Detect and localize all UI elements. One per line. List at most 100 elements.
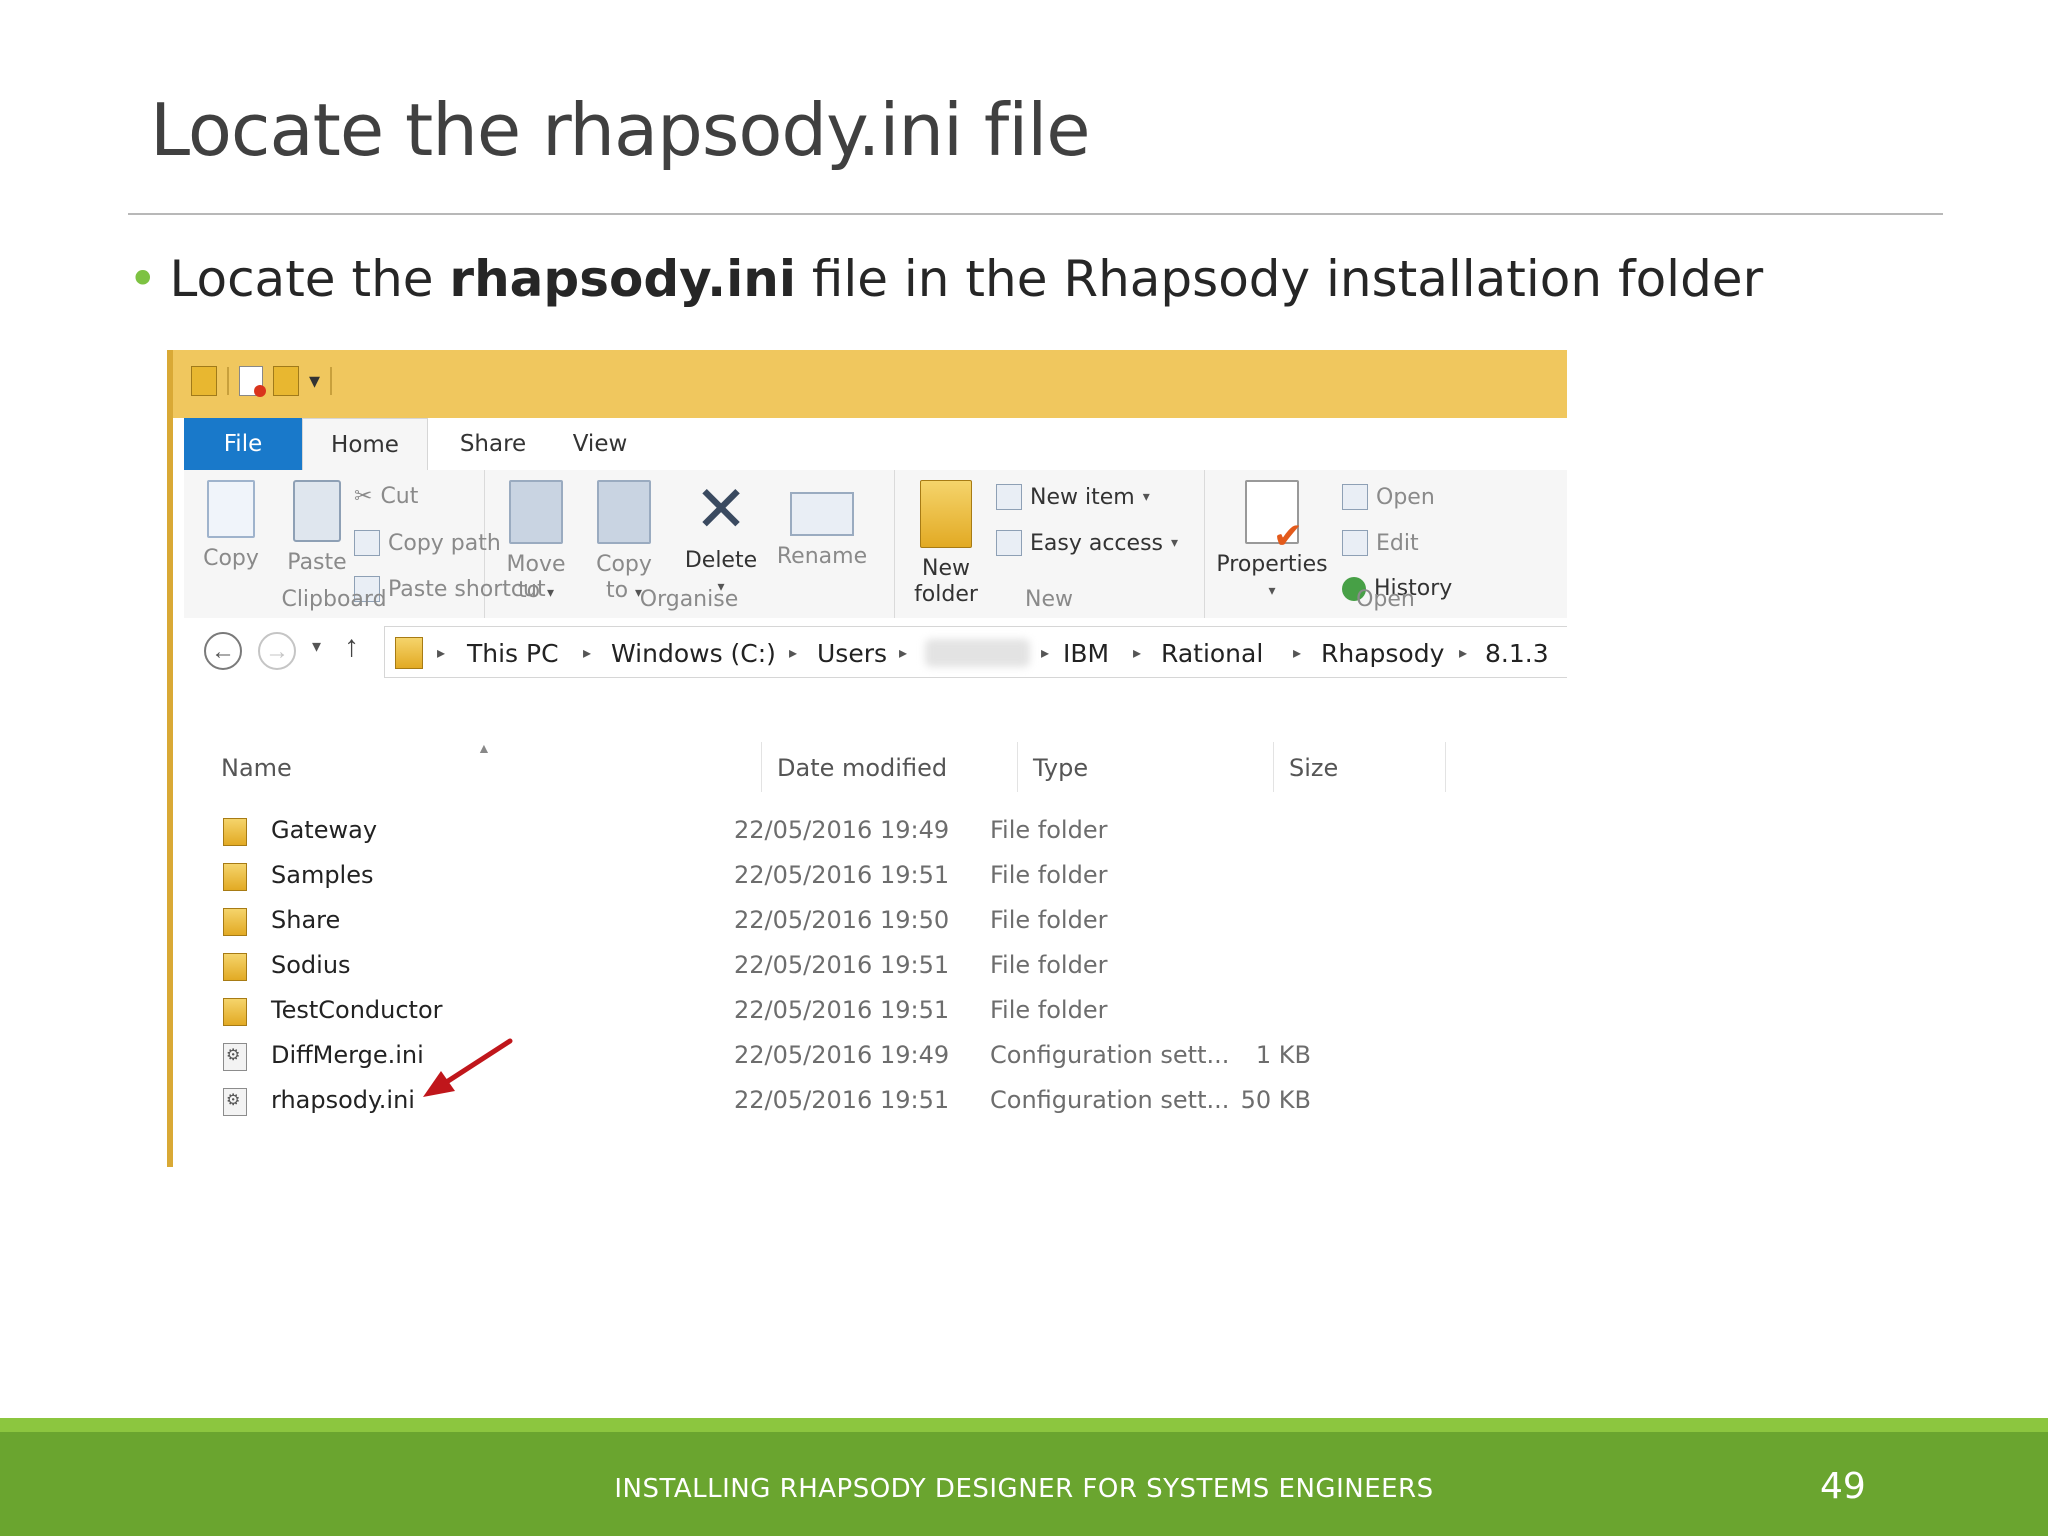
- tab-view[interactable]: View: [550, 418, 650, 470]
- up-arrow-icon[interactable]: ↑: [344, 630, 359, 664]
- column-header-size[interactable]: Size: [1289, 754, 1338, 782]
- tab-share[interactable]: Share: [438, 418, 548, 470]
- column-divider[interactable]: [1445, 742, 1446, 792]
- file-name: TestConductor: [271, 996, 443, 1024]
- breadcrumb-chevron-icon: ▸: [1293, 645, 1302, 662]
- chevron-down-icon: ▾: [1171, 535, 1179, 551]
- column-divider[interactable]: [1273, 742, 1274, 792]
- new-folder-label-1: New: [922, 556, 970, 581]
- breadcrumb-rhapsody[interactable]: Rhapsody: [1321, 639, 1444, 668]
- file-size: 1 KB: [1255, 1041, 1311, 1069]
- folder-icon: [223, 998, 247, 1026]
- new-item-icon: [996, 484, 1022, 510]
- column-divider[interactable]: [761, 742, 762, 792]
- file-row[interactable]: TestConductor 22/05/2016 19:51 File fold…: [223, 990, 1323, 1034]
- folder-icon: [395, 637, 423, 669]
- move-to-label-1: Move: [506, 552, 566, 577]
- file-row[interactable]: Gateway 22/05/2016 19:49 File folder: [223, 810, 1323, 854]
- breadcrumb-chevron-icon: ▸: [1041, 645, 1050, 662]
- column-header-type[interactable]: Type: [1033, 754, 1088, 782]
- breadcrumb-version[interactable]: 8.1.3: [1485, 639, 1549, 668]
- file-row[interactable]: DiffMerge.ini 22/05/2016 19:49 Configura…: [223, 1035, 1323, 1079]
- page-number: 49: [1820, 1466, 1866, 1507]
- column-header-date[interactable]: Date modified: [777, 754, 947, 782]
- file-type: File folder: [990, 996, 1108, 1024]
- open-button[interactable]: Open: [1342, 484, 1435, 510]
- sort-ascending-icon: ▲: [477, 740, 491, 756]
- quick-access-toolbar: ▾: [167, 350, 1567, 418]
- file-row[interactable]: rhapsody.ini 22/05/2016 19:51 Configurat…: [223, 1080, 1323, 1124]
- tab-file[interactable]: File: [184, 418, 302, 470]
- file-date: 22/05/2016 19:51: [734, 951, 950, 979]
- ini-file-icon: [223, 1043, 247, 1071]
- folder-icon: [223, 953, 247, 981]
- paste-button[interactable]: Paste: [282, 480, 352, 576]
- customize-dropdown-icon[interactable]: ▾: [309, 368, 320, 394]
- clipboard-icon: [293, 480, 341, 542]
- breadcrumb-windows-c[interactable]: Windows (C:): [611, 639, 776, 668]
- bullet-text-bold: rhapsody.ini: [449, 250, 796, 308]
- edit-label: Edit: [1376, 530, 1419, 556]
- bullet-text-post: file in the Rhapsody installation folder: [795, 250, 1764, 308]
- address-bar[interactable]: ▸ This PC ▸ Windows (C:) ▸ Users ▸ ▸ IBM…: [384, 626, 1567, 678]
- ribbon-tabs: File Home Share View: [184, 418, 1567, 471]
- file-date: 22/05/2016 19:49: [734, 816, 950, 844]
- breadcrumb-rational[interactable]: Rational: [1161, 639, 1263, 668]
- file-explorer-window: ▾ File Home Share View Copy Paste ✂ Cut C…: [167, 350, 1567, 1167]
- breadcrumb-chevron-icon: ▸: [583, 645, 592, 662]
- folder-icon: [223, 818, 247, 846]
- breadcrumb-chevron-icon: ▸: [1133, 645, 1142, 662]
- move-to-icon: [509, 480, 563, 544]
- file-name: rhapsody.ini: [271, 1086, 415, 1114]
- new-folder-icon[interactable]: [273, 366, 299, 396]
- ribbon: Copy Paste ✂ Cut Copy path Paste shortcut…: [184, 470, 1567, 619]
- file-row[interactable]: Sodius 22/05/2016 19:51 File folder: [223, 945, 1323, 989]
- chevron-down-icon: ▾: [1142, 489, 1150, 505]
- breadcrumb-chevron-icon: ▸: [899, 645, 908, 662]
- file-size: 50 KB: [1240, 1086, 1311, 1114]
- clipboard-group: Copy Paste ✂ Cut Copy path Paste shortcut…: [184, 470, 546, 618]
- properties-button[interactable]: Properties ▾: [1212, 480, 1332, 604]
- footer-accent-stripe: [0, 1418, 2048, 1432]
- delete-button[interactable]: ✕ Delete ▾: [676, 478, 766, 600]
- forward-arrow-icon[interactable]: →: [258, 632, 296, 670]
- copy-label: Copy: [203, 546, 259, 571]
- copy-to-icon: [597, 480, 651, 544]
- file-row[interactable]: Share 22/05/2016 19:50 File folder: [223, 900, 1323, 944]
- tab-home[interactable]: Home: [302, 418, 428, 471]
- footer-title: INSTALLING RHAPSODY DESIGNER FOR SYSTEMS…: [614, 1474, 1434, 1504]
- new-group-label: New: [1025, 587, 1073, 612]
- file-row[interactable]: Samples 22/05/2016 19:51 File folder: [223, 855, 1323, 899]
- window-border: [167, 418, 173, 1167]
- breadcrumb-users[interactable]: Users: [817, 639, 887, 668]
- clipboard-group-label: Clipboard: [281, 587, 387, 612]
- file-name: DiffMerge.ini: [271, 1041, 424, 1069]
- folder-icon[interactable]: [191, 366, 217, 396]
- cut-button[interactable]: ✂ Cut: [354, 484, 418, 509]
- file-type: File folder: [990, 861, 1108, 889]
- rename-icon: [790, 492, 854, 536]
- breadcrumb-ibm[interactable]: IBM: [1063, 639, 1109, 668]
- breadcrumb-this-pc[interactable]: This PC: [467, 639, 559, 668]
- rename-label: Rename: [776, 544, 868, 569]
- rename-button[interactable]: Rename: [772, 480, 872, 570]
- new-item-button[interactable]: New item ▾: [996, 484, 1150, 510]
- column-header-name[interactable]: Name: [221, 754, 292, 782]
- file-name: Gateway: [271, 816, 378, 844]
- separator: [330, 367, 333, 395]
- folder-icon: [223, 908, 247, 936]
- copy-button[interactable]: Copy: [196, 480, 266, 572]
- edit-button[interactable]: Edit: [1342, 530, 1419, 556]
- easy-access-button[interactable]: Easy access ▾: [996, 530, 1178, 556]
- easy-access-icon: [996, 530, 1022, 556]
- file-type: File folder: [990, 816, 1108, 844]
- cut-label: Cut: [380, 484, 419, 509]
- copy-path-button[interactable]: Copy path: [354, 530, 501, 556]
- recent-locations-chevron-icon[interactable]: ▾: [312, 636, 321, 657]
- column-divider[interactable]: [1017, 742, 1018, 792]
- new-folder-icon: [920, 480, 972, 548]
- properties-icon[interactable]: [239, 366, 266, 397]
- easy-access-label: Easy access: [1030, 530, 1163, 556]
- back-arrow-icon[interactable]: ←: [204, 632, 242, 670]
- folder-icon: [223, 863, 247, 891]
